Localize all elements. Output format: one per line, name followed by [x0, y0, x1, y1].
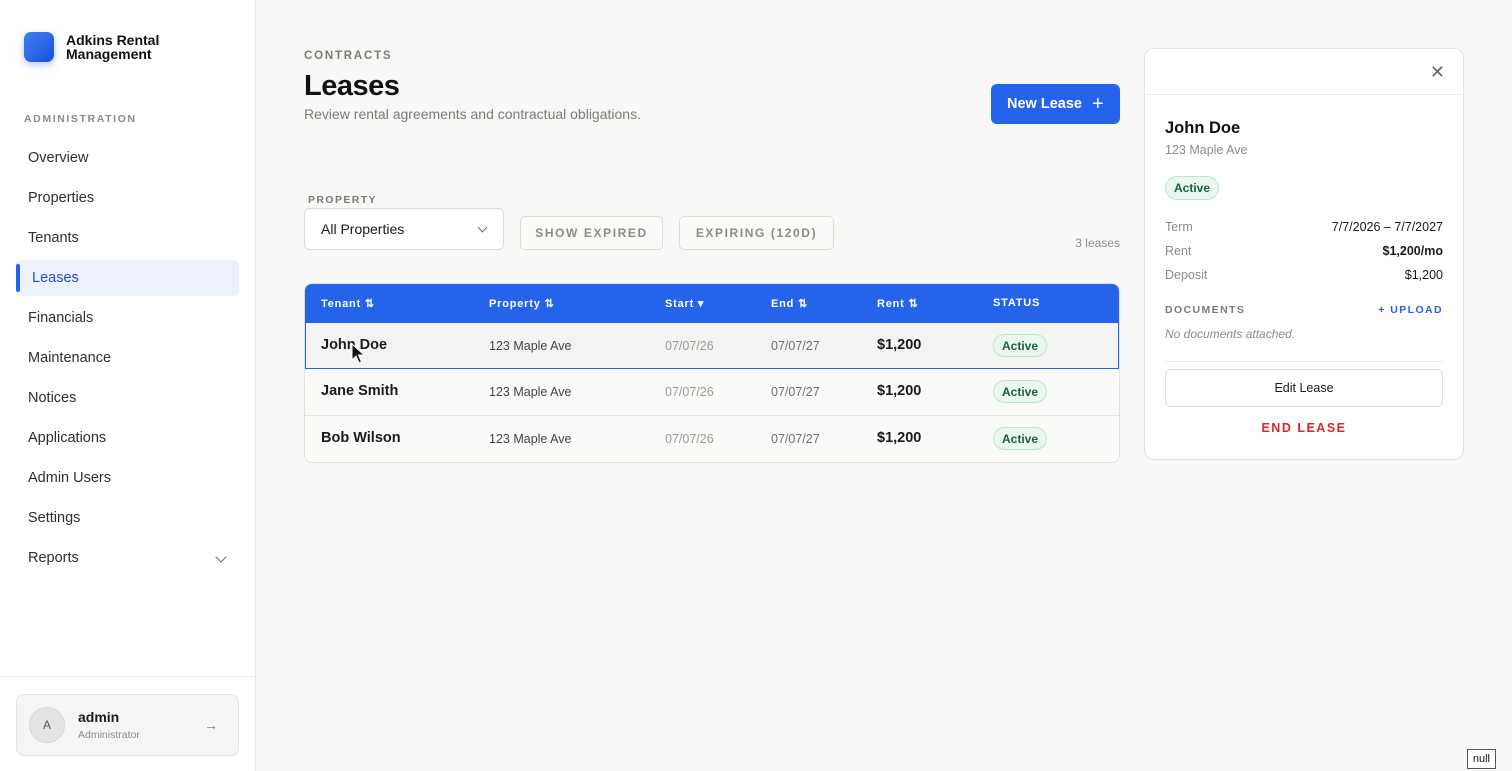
page-title: Leases — [304, 70, 400, 102]
end-lease-button[interactable]: END LEASE — [1165, 421, 1443, 435]
term-label: Term — [1165, 220, 1193, 234]
documents-label: DOCUMENTS — [1165, 304, 1246, 316]
column-header-status: STATUS — [993, 297, 1041, 309]
chevron-down-icon — [477, 222, 488, 233]
term-value: 7/7/2026 – 7/7/2027 — [1331, 220, 1443, 234]
deposit-label: Deposit — [1165, 268, 1208, 282]
column-header-tenant[interactable]: Tenant ⇅ — [321, 297, 375, 310]
cell-rent: $1,200 — [877, 337, 922, 353]
user-role: Administrator — [78, 729, 140, 741]
no-documents-text: No documents attached. — [1165, 327, 1296, 341]
column-header-end[interactable]: End ⇅ — [771, 297, 808, 310]
status-badge: Active — [993, 427, 1048, 450]
sidebar-item-properties[interactable]: Properties — [16, 180, 239, 216]
column-header-start[interactable]: Start ▾ — [665, 297, 704, 310]
user-name: admin — [78, 709, 120, 725]
cell-start: 07/07/26 — [665, 385, 714, 399]
cell-property: 123 Maple Ave — [489, 339, 572, 353]
cell-start: 07/07/26 — [665, 339, 714, 353]
detail-address: 123 Maple Ave — [1165, 143, 1248, 157]
deposit-value: $1,200 — [1404, 268, 1443, 282]
leases-table: Tenant ⇅ Property ⇅ Start ▾ End ⇅ Rent ⇅… — [304, 283, 1120, 463]
brand-name: Adkins Rental Management — [66, 32, 160, 62]
brand[interactable]: Adkins Rental Management — [24, 32, 176, 62]
edit-lease-button[interactable]: Edit Lease — [1165, 369, 1443, 407]
column-header-property[interactable]: Property ⇅ — [489, 297, 555, 310]
cell-tenant: Bob Wilson — [321, 430, 401, 446]
table-row[interactable]: Bob Wilson 123 Maple Ave 07/07/26 07/07/… — [305, 416, 1119, 462]
upload-button[interactable]: + UPLOAD — [1378, 304, 1443, 316]
cell-rent: $1,200 — [877, 430, 922, 446]
show-expired-button[interactable]: SHOW EXPIRED — [520, 216, 663, 250]
property-select-value: All Properties — [321, 221, 405, 237]
sidebar-item-maintenance[interactable]: Maintenance — [16, 340, 239, 376]
sidebar-footer: A admin Administrator → — [0, 676, 255, 771]
lease-detail-panel: ✕ John Doe 123 Maple Ave Active Term 7/7… — [1144, 48, 1464, 460]
cell-end: 07/07/27 — [771, 385, 820, 399]
rent-value: $1,200/mo — [1382, 244, 1443, 258]
cell-property: 123 Maple Ave — [489, 432, 572, 446]
table-row[interactable]: Jane Smith 123 Maple Ave 07/07/26 07/07/… — [305, 369, 1119, 416]
rent-label: Rent — [1165, 244, 1192, 258]
page-subtitle: Review rental agreements and contractual… — [304, 106, 641, 122]
cell-tenant: Jane Smith — [321, 383, 399, 399]
detail-tenant-name: John Doe — [1165, 119, 1241, 137]
sidebar-item-settings[interactable]: Settings — [16, 500, 239, 536]
table-row[interactable]: John Doe 123 Maple Ave 07/07/26 07/07/27… — [305, 322, 1119, 369]
sidebar-item-tenants[interactable]: Tenants — [16, 220, 239, 256]
new-lease-label: New Lease — [1007, 96, 1082, 112]
sidebar-item-overview[interactable]: Overview — [16, 140, 239, 176]
plus-icon: + — [1091, 93, 1104, 115]
sidebar-item-financials[interactable]: Financials — [16, 300, 239, 336]
panel-header: ✕ — [1145, 49, 1463, 95]
sidebar-item-label: Reports — [28, 550, 79, 566]
page-eyebrow: CONTRACTS — [304, 50, 393, 62]
status-badge: Active — [993, 334, 1048, 357]
divider — [1165, 361, 1443, 362]
property-select[interactable]: All Properties — [304, 208, 504, 250]
nav-section-label: ADMINISTRATION — [24, 113, 137, 125]
sidebar-item-reports[interactable]: Reports — [16, 540, 239, 576]
arrow-right-icon[interactable]: → — [204, 717, 218, 733]
sidebar-item-applications[interactable]: Applications — [16, 420, 239, 456]
status-badge: Active — [1165, 176, 1220, 200]
chevron-down-icon[interactable] — [215, 551, 227, 563]
table-header: Tenant ⇅ Property ⇅ Start ▾ End ⇅ Rent ⇅… — [305, 284, 1119, 322]
column-header-rent[interactable]: Rent ⇅ — [877, 297, 919, 310]
new-lease-button[interactable]: New Lease + — [991, 84, 1120, 124]
cell-end: 07/07/27 — [771, 339, 820, 353]
avatar: A — [29, 707, 65, 743]
close-icon[interactable]: ✕ — [1430, 63, 1445, 81]
lease-count: 3 leases — [1075, 236, 1120, 250]
brand-logo — [24, 32, 54, 62]
user-card[interactable]: A admin Administrator → — [16, 694, 239, 756]
cell-property: 123 Maple Ave — [489, 385, 572, 399]
sidebar-nav: Overview Properties Tenants Leases Finan… — [16, 140, 239, 580]
cell-start: 07/07/26 — [665, 432, 714, 446]
sidebar-item-notices[interactable]: Notices — [16, 380, 239, 416]
sidebar-item-admin-users[interactable]: Admin Users — [16, 460, 239, 496]
debug-tag: null — [1466, 749, 1496, 769]
cell-end: 07/07/27 — [771, 432, 820, 446]
sidebar-item-leases[interactable]: Leases — [16, 260, 239, 296]
property-filter-label: PROPERTY — [308, 194, 377, 206]
cell-rent: $1,200 — [877, 383, 922, 399]
sidebar: Adkins Rental Management ADMINISTRATION … — [0, 0, 256, 771]
mouse-cursor-icon — [351, 343, 365, 364]
expiring-filter-button[interactable]: EXPIRING (120D) — [679, 216, 834, 250]
user-info: admin Administrator — [78, 709, 140, 741]
status-badge: Active — [993, 380, 1048, 403]
